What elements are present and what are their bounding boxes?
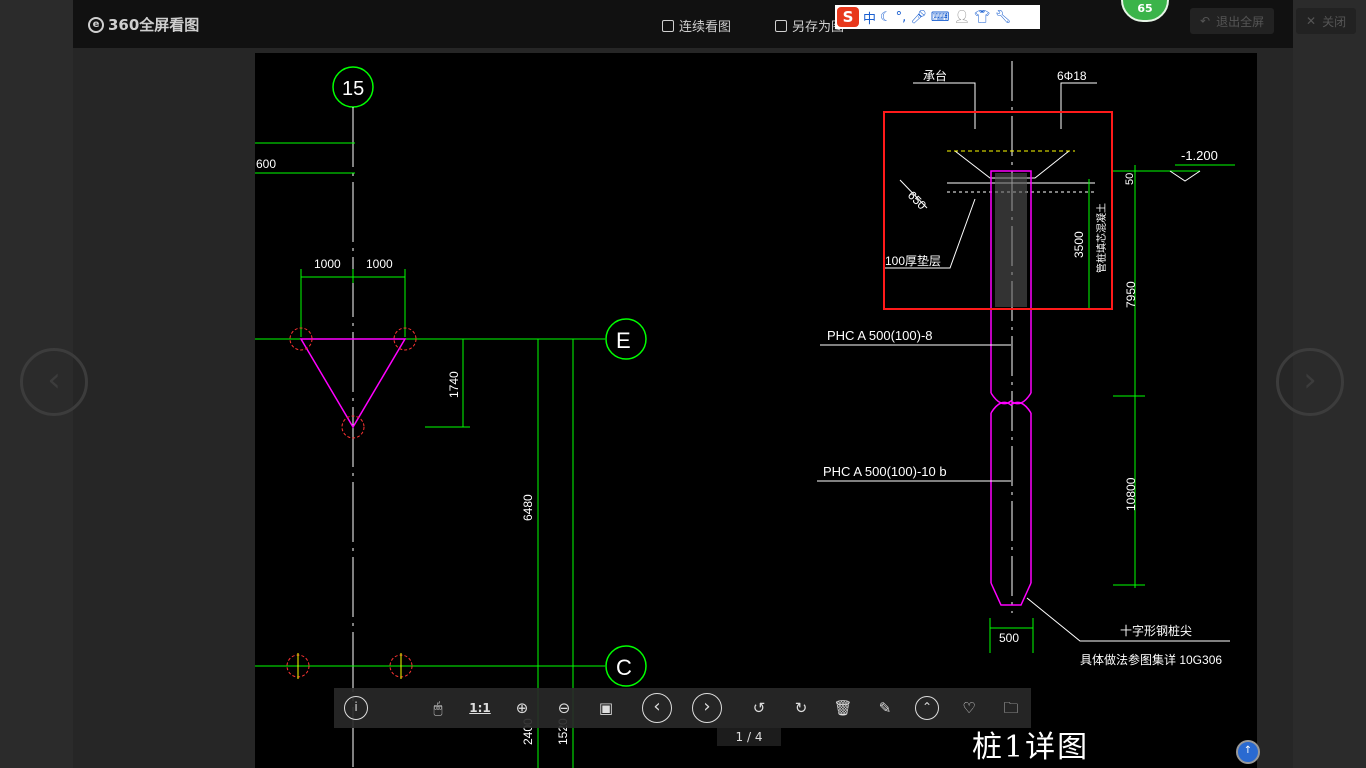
ime-toolbar[interactable]: S 中 ☾ °, 🎤︎ ⌨ 👤︎ 👕︎ 🔧︎ (835, 5, 1040, 29)
delete-icon[interactable]: 🗑︎ (831, 696, 855, 720)
zoom-out-icon[interactable]: ⊖ (552, 696, 576, 720)
close-label: 关闭 (1322, 14, 1347, 29)
person-icon[interactable]: 👤︎ (954, 10, 971, 25)
keyboard-icon[interactable]: ⌨ (931, 10, 950, 25)
info-button[interactable]: i (344, 696, 368, 720)
mouse-mode-icon[interactable]: 🖱︎ (426, 696, 450, 720)
moon-icon[interactable]: ☾ (880, 10, 892, 25)
dim-600: 600 (256, 157, 276, 171)
chevron-up-icon[interactable]: ⌃ (915, 696, 939, 720)
next-image-arrow[interactable]: › (1276, 348, 1344, 416)
label-elevation: -1.200 (1181, 148, 1218, 163)
label-tip: 十字形钢桩尖 (1120, 623, 1192, 638)
wrench-icon[interactable]: 🔧︎ (995, 10, 1012, 25)
label-rebar: 6Φ18 (1057, 69, 1087, 83)
elevation-marker-icon (1169, 170, 1201, 182)
sogou-logo-icon[interactable]: S (837, 7, 859, 27)
back-arrow-icon: ↶ (1200, 14, 1211, 28)
prev-page-button[interactable]: ‹ (642, 693, 672, 723)
shirt-icon[interactable]: 👕︎ (974, 10, 991, 25)
dim-10800: 10800 (1124, 477, 1138, 511)
app-name: 360全屏看图 (108, 16, 200, 34)
label-tip-ref: 具体做法参图集详 10G306 (1080, 652, 1222, 667)
rotate-left-icon[interactable]: ↺ (747, 696, 771, 720)
close-icon: ✕ (1306, 14, 1317, 28)
label-pile2: PHC A 500(100)-10 b (823, 464, 947, 479)
app-logo: e 360全屏看图 (88, 14, 199, 35)
dim-7950: 7950 (1124, 281, 1138, 308)
save-as-button[interactable]: 另存为图 (775, 16, 844, 35)
drawing-title: 桩1详图 (972, 730, 1090, 765)
pile-break (990, 401, 1032, 414)
edit-icon[interactable]: ✎ (873, 696, 897, 720)
pile-break (990, 392, 1032, 405)
dim-1000-left: 1000 (314, 257, 341, 271)
label-pile1: PHC A 500(100)-8 (827, 328, 933, 343)
exit-fullscreen-label: 退出全屏 (1216, 14, 1265, 29)
logo-icon: e (88, 16, 104, 33)
dim-1740: 1740 (447, 371, 461, 398)
actual-size-button[interactable]: 1:1 (468, 696, 492, 720)
axis-C-label: C (616, 655, 632, 680)
close-button[interactable]: ✕ 关闭 (1296, 8, 1357, 34)
next-page-button[interactable]: › (692, 693, 722, 723)
label-cap: 承台 (923, 68, 947, 83)
punctuation-icon[interactable]: °, (896, 10, 907, 25)
slideshow-label: 连续看图 (679, 20, 732, 35)
previous-image-arrow[interactable]: ‹ (20, 348, 88, 416)
axis-E-label: E (616, 328, 631, 353)
zoom-in-icon[interactable]: ⊕ (510, 696, 534, 720)
ime-mode-toggle[interactable]: 中 (863, 8, 876, 27)
exit-fullscreen-button[interactable]: ↶ 退出全屏 (1190, 8, 1275, 34)
favorite-icon[interactable]: ♡ (957, 696, 981, 720)
dim-1000-right: 1000 (366, 257, 393, 271)
slideshow-icon[interactable]: ▣ (594, 696, 618, 720)
slideshow-button[interactable]: 连续看图 (662, 16, 731, 35)
page-indicator: 1 / 4 (717, 728, 781, 746)
play-icon (662, 19, 674, 32)
viewer-toolbar: i 🖱︎ 1:1 ⊕ ⊖ ▣ ‹ › ↺ ↻ 🗑︎ ✎ ⌃ ♡ 🗀 (334, 688, 1031, 728)
folder-icon[interactable]: 🗀 (999, 696, 1023, 720)
dim-500: 500 (999, 631, 1019, 645)
microphone-icon[interactable]: 🎤︎ (910, 10, 927, 25)
dim-50: 50 (1124, 173, 1136, 185)
rotate-right-icon[interactable]: ↻ (789, 696, 813, 720)
scroll-top-icon[interactable]: ↑ (1236, 740, 1260, 764)
axis-15-label: 15 (342, 78, 364, 100)
save-icon (775, 19, 787, 32)
highlight-box (883, 111, 1113, 310)
dim-6480: 6480 (521, 494, 535, 521)
pile-tip (990, 582, 1032, 606)
